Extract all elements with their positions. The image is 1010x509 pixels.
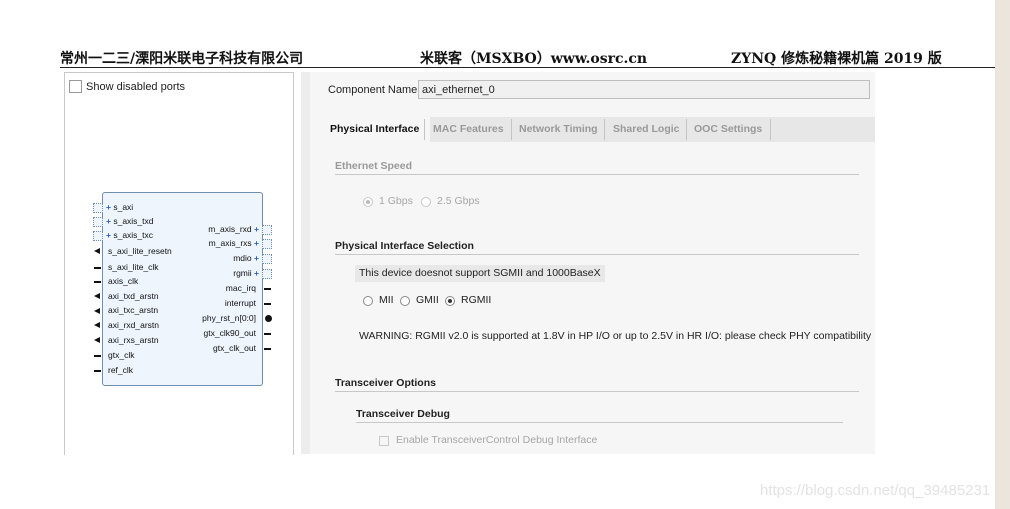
input-pin-icon	[94, 267, 101, 269]
port-label: phy_rst_n[0:0]	[202, 313, 256, 323]
bus-interface-icon	[93, 217, 103, 227]
rgmii-warning-text: WARNING: RGMII v2.0 is supported at 1.8V…	[359, 330, 872, 342]
port-label: rgmii	[233, 268, 252, 278]
speed-2-5gbps-label: 2.5 Gbps	[437, 195, 480, 207]
component-name-input[interactable]: axi_ethernet_0	[418, 80, 870, 99]
bus-interface-icon	[262, 239, 272, 249]
transceiver-debug-title: Transceiver Debug	[356, 408, 450, 420]
show-disabled-ports-row[interactable]: Show disabled ports	[69, 80, 185, 93]
component-name-label: Component Name	[328, 84, 418, 96]
plus-icon: +	[254, 238, 259, 248]
rgmii-radio[interactable]	[445, 296, 455, 306]
page-edge	[995, 0, 1010, 509]
port-label: gtx_clk	[108, 350, 135, 360]
port-label: s_axis_txc	[113, 230, 154, 240]
port-label: m_axis_rxd	[208, 224, 252, 234]
port-label: axi_txc_arstn	[108, 305, 159, 315]
enable-debug-interface-label: Enable TransceiverControl Debug Interfac…	[396, 434, 598, 446]
transceiver-options-title: Transceiver Options	[335, 377, 436, 389]
bus-interface-icon	[93, 231, 103, 241]
port-label: ref_clk	[108, 365, 134, 375]
rgmii-label: RGMII	[461, 294, 492, 306]
bus-interface-icon	[262, 269, 272, 279]
plus-icon: +	[254, 224, 259, 234]
plus-icon: +	[106, 216, 111, 226]
plus-icon: +	[254, 268, 259, 278]
bus-interface-icon	[262, 254, 272, 264]
port-label: m_axis_rxs	[208, 238, 252, 248]
ip-block[interactable]: + s_axi + s_axis_txd + s_axis_txc s_axi_…	[93, 192, 272, 386]
port-label: mdio	[233, 253, 252, 263]
port-label: gtx_clk_out	[213, 343, 256, 353]
input-pin-icon	[94, 293, 100, 299]
speed-1gbps-radio[interactable]	[363, 197, 373, 207]
input-pin-icon	[94, 355, 101, 357]
watermark-text: https://blog.csdn.net/qq_39485231	[760, 482, 991, 499]
reset-pin-dot-icon	[265, 315, 272, 322]
port-label: s_axi_lite_resetn	[108, 246, 172, 256]
show-disabled-ports-checkbox[interactable]	[69, 80, 82, 93]
tab-bar: Physical Interface MAC Features Network …	[324, 117, 875, 142]
plus-icon: +	[106, 230, 111, 240]
bus-interface-icon	[262, 225, 272, 235]
panel-splitter[interactable]	[301, 72, 310, 454]
show-disabled-ports-label: Show disabled ports	[86, 80, 186, 93]
ethernet-speed-title: Ethernet Speed	[335, 160, 413, 172]
input-pin-icon	[94, 370, 101, 372]
bus-interface-icon	[93, 203, 103, 213]
mii-label: MII	[379, 294, 394, 306]
tab-mac-features[interactable]: MAC Features	[425, 117, 519, 142]
output-pin-icon	[264, 333, 271, 335]
tab-separator	[770, 119, 771, 140]
gmii-label: GMII	[416, 294, 439, 306]
input-pin-icon	[94, 281, 101, 283]
input-pin-icon	[94, 337, 100, 343]
port-label: gtx_clk90_out	[203, 328, 256, 338]
speed-2-5gbps-radio[interactable]	[421, 197, 431, 207]
output-pin-icon	[264, 303, 271, 305]
port-label: s_axis_txd	[113, 216, 154, 226]
speed-1gbps-label: 1 Gbps	[379, 195, 413, 207]
port-label: mac_irq	[225, 283, 256, 293]
port-label: interrupt	[224, 298, 256, 308]
gmii-radio[interactable]	[400, 296, 410, 306]
header-left-text: 常州一二三/溧阳米联电子科技有限公司	[60, 51, 304, 67]
document-page: 常州一二三/溧阳米联电子科技有限公司 米联客（MSXBO）www.osrc.cn…	[0, 0, 995, 509]
header-rule	[60, 67, 995, 68]
enable-debug-interface-checkbox[interactable]	[379, 436, 389, 446]
header-center-text: 米联客（MSXBO）www.osrc.cn	[420, 51, 648, 67]
plus-icon: +	[254, 253, 259, 263]
tab-shared-logic[interactable]: Shared Logic	[605, 117, 693, 142]
port-label: s_axi	[113, 202, 134, 212]
section-divider	[356, 422, 843, 423]
section-divider	[335, 391, 859, 392]
output-pin-icon	[264, 288, 271, 290]
port-label: axi_txd_arstn	[108, 291, 159, 301]
input-pin-icon	[94, 322, 100, 328]
port-label: s_axi_lite_clk	[108, 262, 159, 272]
plus-icon: +	[106, 202, 111, 212]
output-pin-icon	[264, 348, 271, 350]
mii-radio[interactable]	[363, 296, 373, 306]
tab-network-timing[interactable]: Network Timing	[512, 117, 609, 142]
header-right-text: ZYNQ 修炼秘籍裸机篇 2019 版	[731, 51, 942, 67]
tab-ooc-settings[interactable]: OOC Settings	[687, 117, 774, 142]
port-label: axi_rxd_arstn	[108, 320, 160, 330]
section-divider	[335, 254, 859, 255]
input-pin-icon	[94, 308, 100, 314]
section-divider	[335, 174, 859, 175]
ip-symbol-panel: Show disabled ports + s_axi + s_axis_txd…	[64, 72, 294, 455]
config-panel: Component Name axi_ethernet_0 Physical I…	[310, 72, 875, 454]
phy-selection-title: Physical Interface Selection	[335, 240, 474, 252]
input-pin-icon	[94, 248, 100, 254]
port-label: axi_rxs_arstn	[108, 335, 159, 345]
tab-physical-interface[interactable]: Physical Interface	[324, 117, 430, 142]
port-label: axis_clk	[108, 276, 139, 286]
device-support-message: This device doesnot support SGMII and 10…	[355, 265, 605, 282]
